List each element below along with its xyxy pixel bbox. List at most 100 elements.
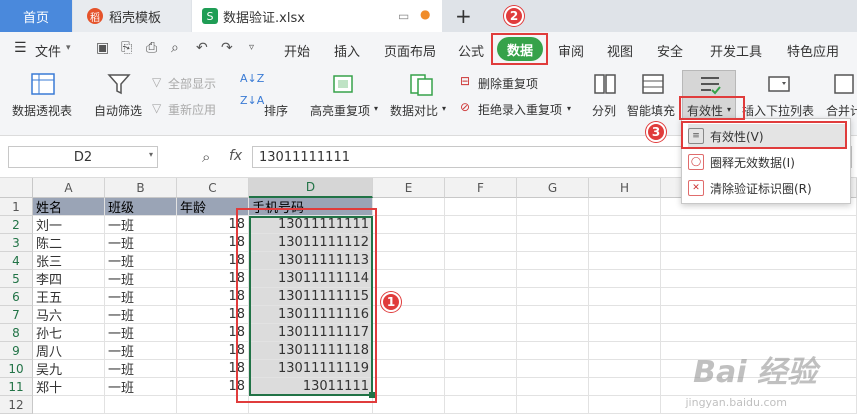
print-icon[interactable]: ⎙ <box>146 40 157 56</box>
name-box[interactable]: D2 ▾ <box>8 146 158 168</box>
cell-f4[interactable] <box>445 252 517 270</box>
row-header-1[interactable]: 1 <box>0 198 33 216</box>
data-compare-icon[interactable] <box>408 72 434 96</box>
cell-b2[interactable]: 一班 <box>105 216 177 234</box>
cell-e4[interactable] <box>373 252 445 270</box>
cell-e5[interactable] <box>373 270 445 288</box>
cell-f7[interactable] <box>445 306 517 324</box>
cell-i7[interactable] <box>661 306 857 324</box>
cell-a8[interactable]: 孙七 <box>33 324 105 342</box>
menu-item-clear-circles[interactable]: ✕ 清除验证标识圈(R) <box>688 176 846 200</box>
cell-f3[interactable] <box>445 234 517 252</box>
cell-b10[interactable]: 一班 <box>105 360 177 378</box>
pivot-table-icon[interactable] <box>30 72 56 96</box>
chevron-down-icon[interactable]: ▾ <box>149 150 153 159</box>
cell-b11[interactable]: 一班 <box>105 378 177 396</box>
save-icon[interactable]: ▣ <box>96 40 109 56</box>
row-header-6[interactable]: 6 <box>0 288 33 306</box>
menu-page-layout[interactable]: 页面布局 <box>384 41 436 60</box>
cell-a5[interactable]: 李四 <box>33 270 105 288</box>
menu-formula[interactable]: 公式 <box>458 41 484 60</box>
cell-b6[interactable]: 一班 <box>105 288 177 306</box>
cell-h6[interactable] <box>589 288 661 306</box>
cell-e10[interactable] <box>373 360 445 378</box>
cell-a2[interactable]: 刘一 <box>33 216 105 234</box>
cell-a3[interactable]: 陈二 <box>33 234 105 252</box>
redo-icon[interactable]: ↷ <box>221 40 233 56</box>
undo-icon[interactable]: ↶ <box>196 40 208 56</box>
menu-view[interactable]: 视图 <box>607 41 633 60</box>
sort-asc-icon[interactable]: A↓Z <box>240 72 264 85</box>
cell-e8[interactable] <box>373 324 445 342</box>
show-all-button[interactable]: 全部显示 <box>168 75 216 92</box>
cell-f11[interactable] <box>445 378 517 396</box>
cell-a7[interactable]: 马六 <box>33 306 105 324</box>
cell-h8[interactable] <box>589 324 661 342</box>
cell-h7[interactable] <box>589 306 661 324</box>
cell-a12[interactable] <box>33 396 105 414</box>
pivot-table-button[interactable]: 数据透视表 <box>12 102 72 119</box>
cell-g2[interactable] <box>517 216 589 234</box>
cell-g9[interactable] <box>517 342 589 360</box>
cell-h11[interactable] <box>589 378 661 396</box>
row-header-11[interactable]: 11 <box>0 378 33 396</box>
fx-icon[interactable]: fx <box>229 148 242 164</box>
cell-h1[interactable] <box>589 198 661 216</box>
cell-h10[interactable] <box>589 360 661 378</box>
data-compare-button[interactable]: 数据对比 <box>390 102 438 119</box>
cell-a11[interactable]: 郑十 <box>33 378 105 396</box>
column-header-c[interactable]: C <box>177 178 249 198</box>
filter-icon[interactable] <box>106 72 132 96</box>
cell-f2[interactable] <box>445 216 517 234</box>
preview-icon[interactable]: ⌕ <box>171 40 179 56</box>
cell-f8[interactable] <box>445 324 517 342</box>
menu-review[interactable]: 审阅 <box>558 41 584 60</box>
row-header-4[interactable]: 4 <box>0 252 33 270</box>
cell-f1[interactable] <box>445 198 517 216</box>
cell-h12[interactable] <box>589 396 661 414</box>
smart-fill-icon[interactable] <box>640 72 666 96</box>
row-header-5[interactable]: 5 <box>0 270 33 288</box>
cell-b9[interactable]: 一班 <box>105 342 177 360</box>
smart-fill-button[interactable]: 智能填充 <box>627 102 675 119</box>
cell-a1[interactable]: 姓名 <box>33 198 105 216</box>
remove-duplicates-button[interactable]: 删除重复项 <box>478 75 538 92</box>
cell-e1[interactable] <box>373 198 445 216</box>
cell-g12[interactable] <box>517 396 589 414</box>
menu-start[interactable]: 开始 <box>284 41 310 60</box>
cell-a9[interactable]: 周八 <box>33 342 105 360</box>
cell-h5[interactable] <box>589 270 661 288</box>
cell-b8[interactable]: 一班 <box>105 324 177 342</box>
menu-insert[interactable]: 插入 <box>334 41 360 60</box>
cell-a6[interactable]: 王五 <box>33 288 105 306</box>
reapply-button[interactable]: 重新应用 <box>168 101 216 118</box>
menu-security[interactable]: 安全 <box>657 41 683 60</box>
split-columns-icon[interactable] <box>592 72 618 96</box>
cell-g1[interactable] <box>517 198 589 216</box>
more-icon[interactable]: ▿ <box>249 42 254 53</box>
new-tab-icon[interactable]: + <box>455 4 472 28</box>
cell-i6[interactable] <box>661 288 857 306</box>
cell-h9[interactable] <box>589 342 661 360</box>
cell-f10[interactable] <box>445 360 517 378</box>
monitor-icon[interactable]: ▭ <box>398 9 409 23</box>
row-header-3[interactable]: 3 <box>0 234 33 252</box>
column-header-f[interactable]: F <box>445 178 517 198</box>
tab-file[interactable]: S 数据验证.xlsx ▭ ● <box>192 0 442 32</box>
menu-item-circle-invalid[interactable]: ◯ 圈释无效数据(I) <box>688 150 846 174</box>
cell-g3[interactable] <box>517 234 589 252</box>
cell-g10[interactable] <box>517 360 589 378</box>
zoom-search-icon[interactable]: ⌕ <box>202 148 210 166</box>
tab-template[interactable]: 稻 稻壳模板 <box>73 0 191 32</box>
reject-duplicates-button[interactable]: 拒绝录入重复项 <box>478 101 562 118</box>
cell-g8[interactable] <box>517 324 589 342</box>
merge-calc-icon[interactable] <box>832 72 856 96</box>
cell-e2[interactable] <box>373 216 445 234</box>
hamburger-icon[interactable]: ☰ <box>14 40 27 56</box>
cell-f9[interactable] <box>445 342 517 360</box>
column-header-b[interactable]: B <box>105 178 177 198</box>
insert-dropdown-icon[interactable] <box>766 72 792 96</box>
menu-file[interactable]: 文件 <box>35 41 61 60</box>
autofilter-button[interactable]: 自动筛选 <box>94 102 142 119</box>
row-header-7[interactable]: 7 <box>0 306 33 324</box>
